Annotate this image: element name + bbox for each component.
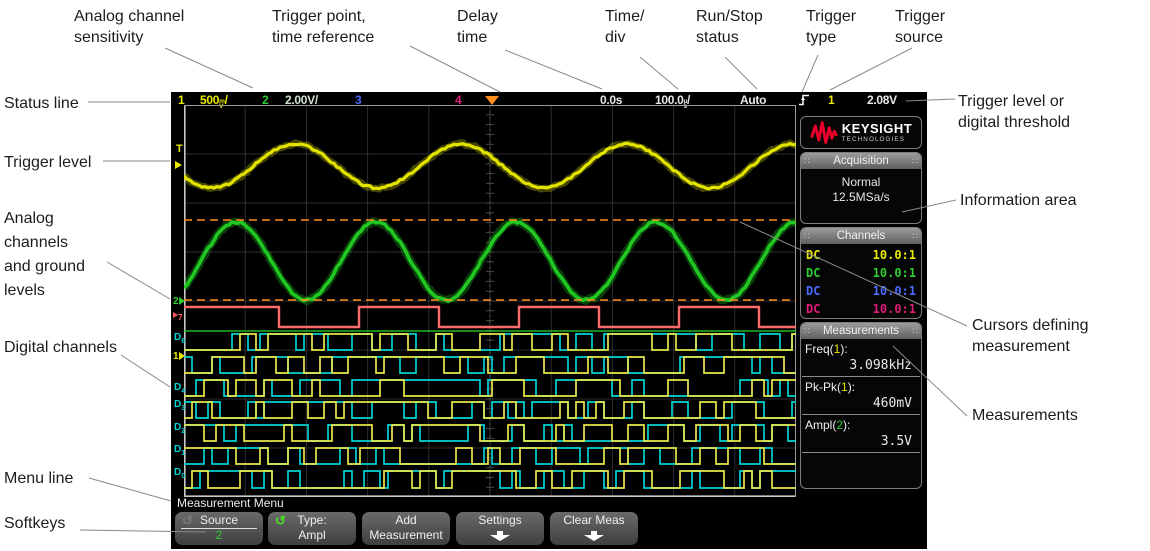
- callout-time-div: Time/ div: [605, 8, 645, 46]
- callout-trigger-point: Trigger point, time reference: [272, 8, 375, 46]
- callout-trigger-level: Trigger level: [4, 154, 92, 171]
- grip-icon: ∷: [804, 325, 810, 336]
- channels-box: ∷ Channels ∷ DC 10.0:1 DC 10.0:1 DC 10.0:1 …: [800, 227, 922, 319]
- waveform-display: [184, 105, 796, 497]
- down-arrow-icon: [490, 531, 510, 541]
- digital-label-d2: D2: [174, 422, 186, 435]
- measurement-row-pkpk: Pk-Pk(1): 460mV: [801, 377, 921, 415]
- acquisition-title: Acquisition: [833, 155, 889, 167]
- channels-title: Channels: [836, 230, 886, 242]
- acquisition-box: ∷ Acquisition ∷ Normal 12.5MSa/s: [800, 152, 922, 224]
- digital-label-d4: D4: [174, 382, 186, 395]
- acquisition-rate: 12.5MSa/s: [832, 190, 890, 204]
- cycle-arrow-icon: ↺: [182, 513, 193, 528]
- callout-trigger-type: Trigger type: [806, 8, 857, 46]
- measurement-row-freq: Freq(1): 3.098kHz: [801, 339, 921, 377]
- channel-row: DC 10.0:1: [806, 248, 916, 262]
- digital-label-d1: D1: [174, 444, 186, 457]
- callout-status-line: Status line: [4, 95, 79, 112]
- digital-label-d6: D6: [174, 332, 186, 345]
- channels-header[interactable]: ∷ Channels ∷: [801, 228, 921, 244]
- grip-icon: ∷: [912, 325, 918, 336]
- d7-channel-marker: 7: [173, 309, 182, 322]
- rising-edge-trigger-icon: [798, 94, 810, 109]
- callout-softkeys: Softkeys: [4, 515, 66, 532]
- callout-information-area: Information area: [960, 192, 1077, 209]
- keysight-logo-box: KEYSIGHT TECHNOLOGIES: [800, 116, 922, 149]
- acquisition-header[interactable]: ∷ Acquisition ∷: [801, 153, 921, 169]
- grip-icon: ∷: [804, 155, 810, 166]
- callout-measurements: Measurements: [972, 407, 1078, 424]
- ch2-ground-marker: 2: [173, 296, 185, 307]
- softkey-source[interactable]: ↺ Source 2: [175, 512, 263, 545]
- oscilloscope-screen: 1 500 m V/ 2 2.00V/ 3 4 0.0s 100.0 µ s / Auto…: [171, 92, 927, 549]
- measurement-row-ampl: Ampl(2): 3.5V: [801, 415, 921, 453]
- status-trigger-source: 1: [828, 93, 835, 107]
- measurements-box: ∷ Measurements ∷ Freq(1): 3.098kHz Pk-Pk…: [800, 322, 922, 489]
- callout-trigger-source: Trigger source: [895, 8, 946, 46]
- softkey-clear-meas[interactable]: Clear Meas: [550, 512, 638, 545]
- measurements-header[interactable]: ∷ Measurements ∷: [801, 323, 921, 339]
- menu-line: Measurement Menu: [177, 496, 284, 510]
- digital-label-d0: D0: [174, 467, 186, 480]
- acquisition-mode: Normal: [841, 175, 881, 189]
- softkey-settings[interactable]: Settings: [456, 512, 544, 545]
- measurements-title: Measurements: [822, 325, 900, 337]
- trigger-point-marker: [485, 96, 499, 105]
- grip-icon: ∷: [804, 230, 810, 241]
- ch1-ground-marker: 1: [173, 351, 185, 362]
- channel-row: DC 10.0:1: [806, 284, 916, 298]
- softkey-type[interactable]: ↺ Type: Ampl: [268, 512, 356, 545]
- grip-icon: ∷: [912, 230, 918, 241]
- down-arrow-icon: [584, 531, 604, 541]
- callout-run-stop: Run/Stop status: [696, 8, 763, 46]
- softkey-add-measurement[interactable]: Add Measurement: [362, 512, 450, 545]
- callout-cursors: Cursors defining measurement: [972, 317, 1089, 355]
- channel-row: DC 10.0:1: [806, 266, 916, 280]
- logo-subtitle: TECHNOLOGIES: [841, 135, 905, 143]
- status-trigger-level: 2.08V: [867, 93, 897, 107]
- trigger-level-arrow-icon: [175, 155, 182, 173]
- grip-icon: ∷: [912, 155, 918, 166]
- cycle-arrow-icon: ↺: [275, 513, 286, 528]
- callout-menu-line: Menu line: [4, 470, 74, 487]
- callout-analog-channels: Analog channels and ground levels: [4, 210, 85, 299]
- waveform-plot-area: [184, 105, 796, 497]
- callout-analog-sensitivity: Analog channel sensitivity: [74, 8, 185, 46]
- callout-digital-channels: Digital channels: [4, 339, 117, 356]
- callout-delay-time: Delay time: [457, 8, 498, 46]
- logo-brand: KEYSIGHT: [841, 120, 913, 136]
- trigger-level-marker: T: [176, 143, 183, 155]
- channel-row: DC 10.0:1: [806, 302, 916, 316]
- digital-label-d3: D3: [174, 399, 186, 412]
- figure-page: Analog channel sensitivity Trigger point…: [0, 0, 1150, 551]
- callout-trigger-threshold: Trigger level or digital threshold: [958, 93, 1071, 131]
- keysight-wave-icon: [810, 120, 838, 144]
